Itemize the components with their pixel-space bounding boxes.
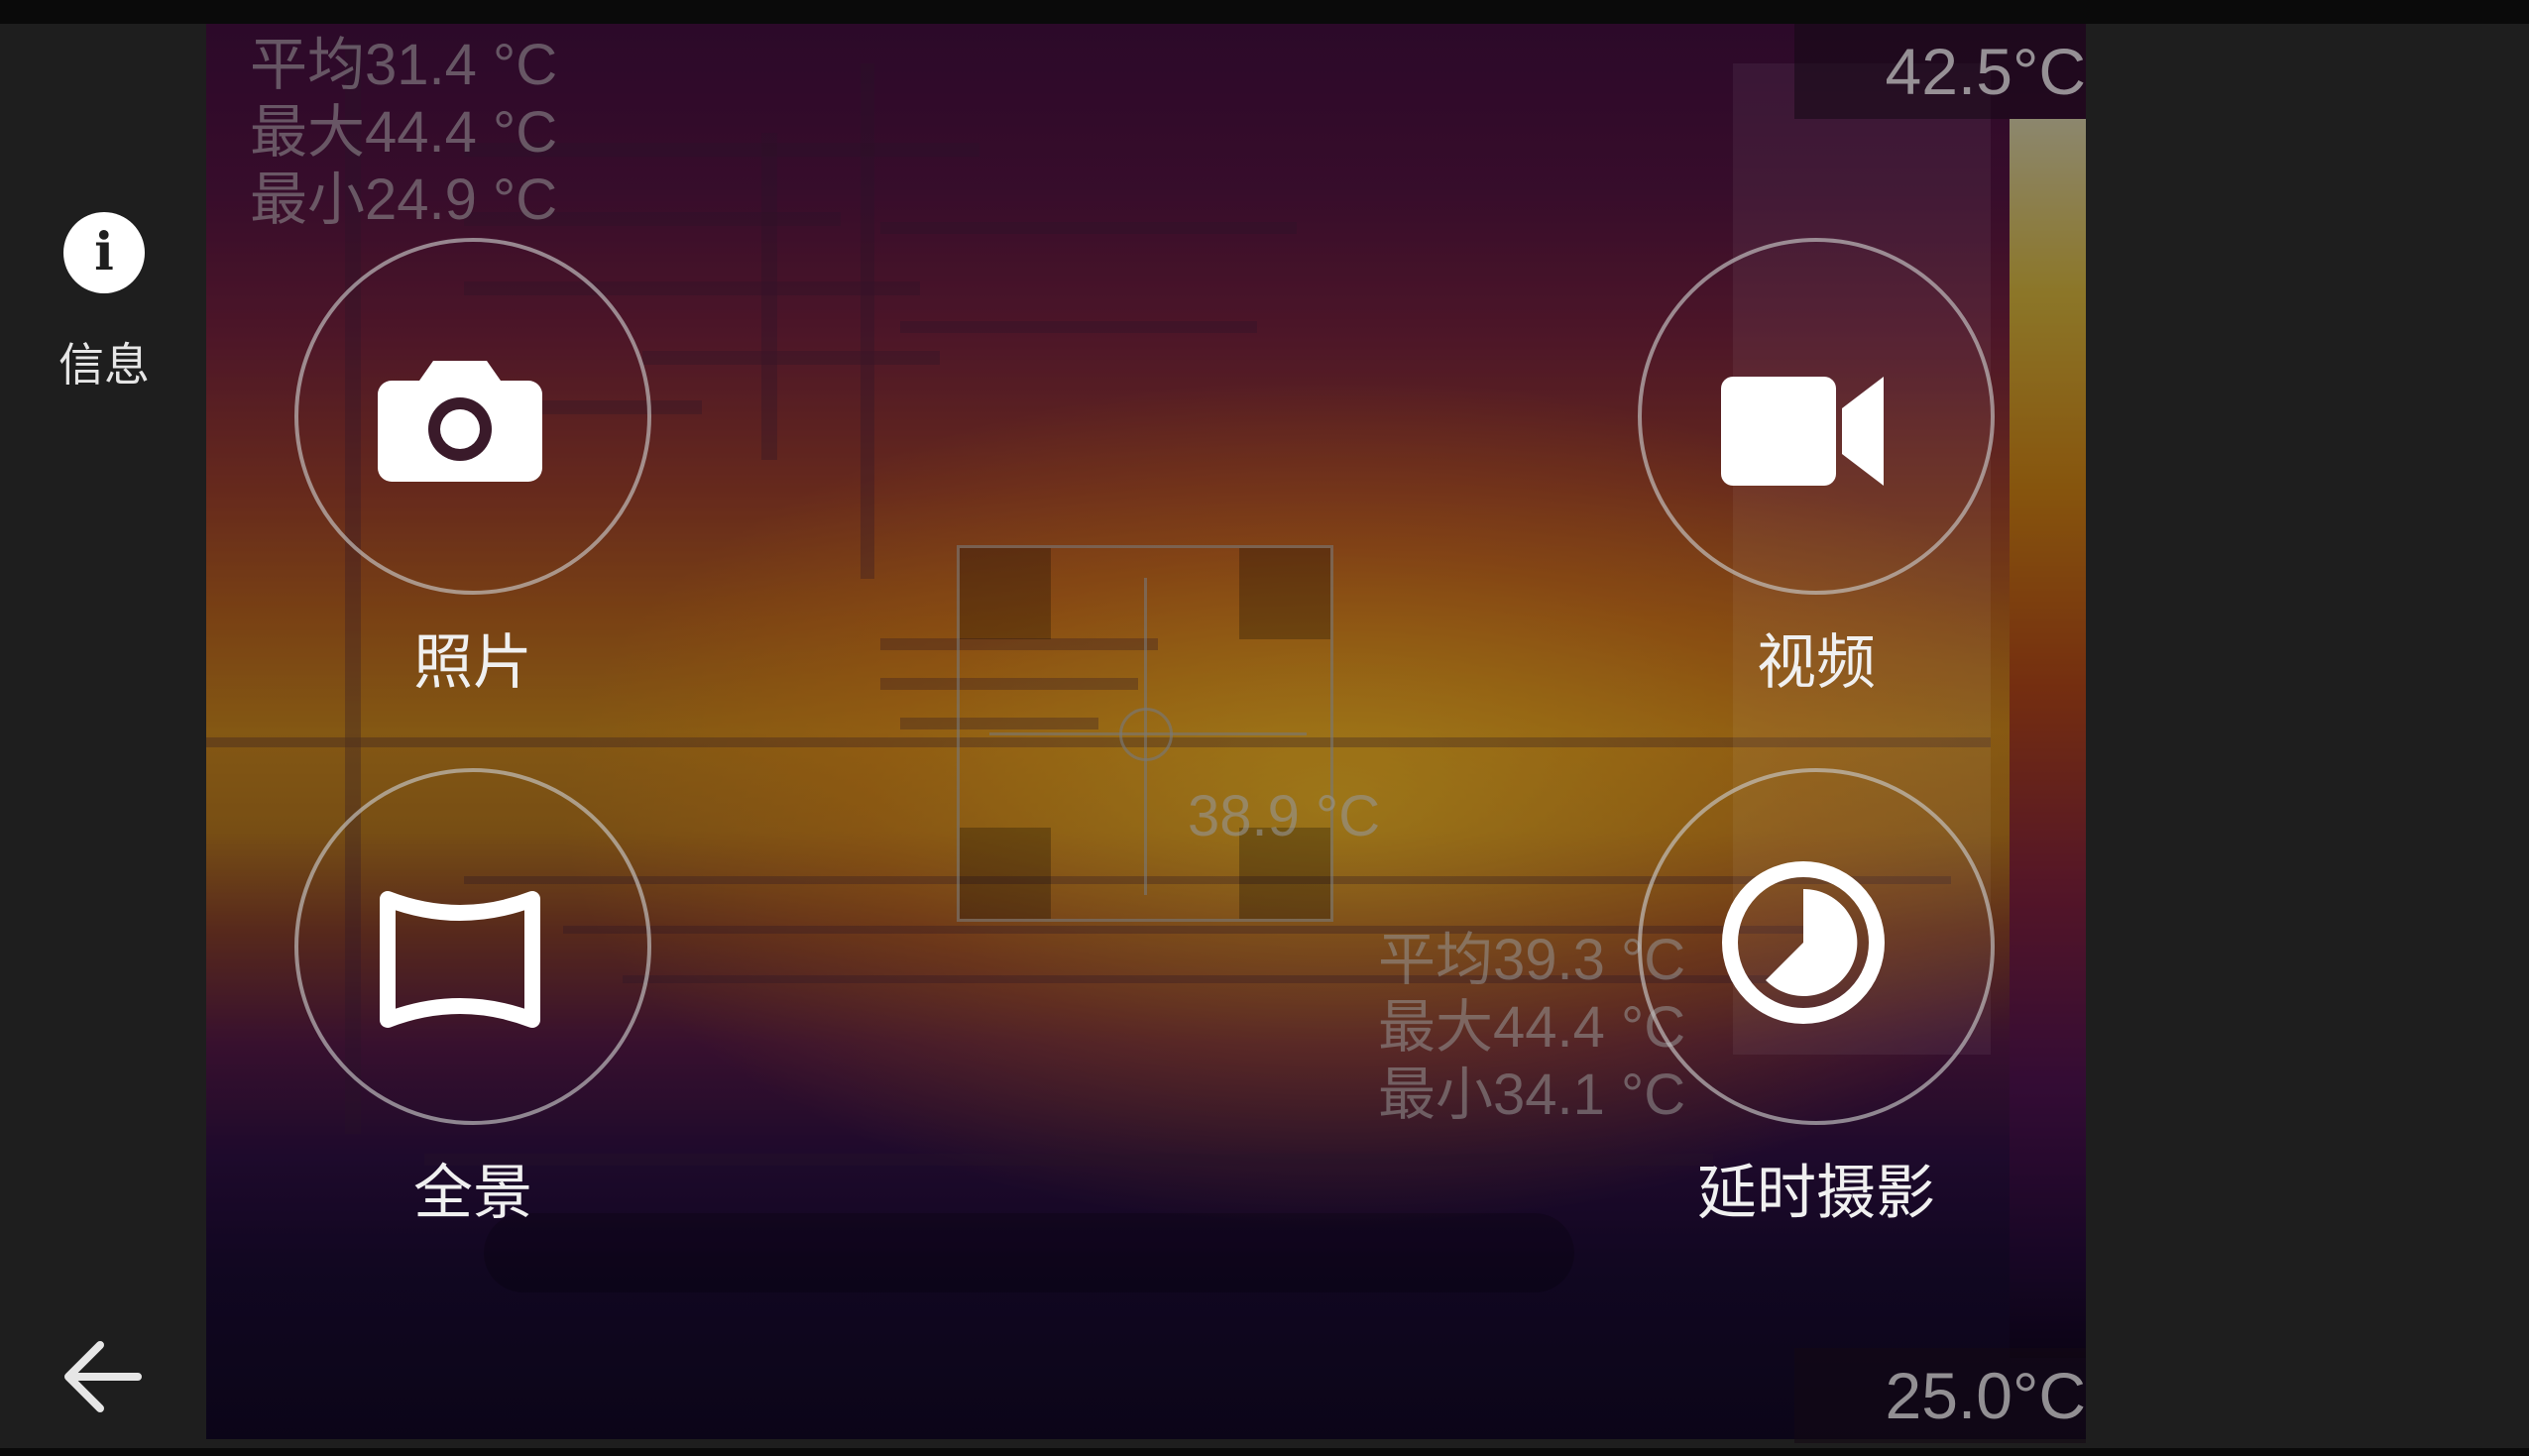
global-max: 最大44.4 °C [250, 100, 558, 165]
camera-icon [378, 361, 542, 482]
temperature-scale-bar [2010, 119, 2086, 1358]
measurement-box[interactable] [957, 545, 1333, 922]
info-icon: i [63, 212, 145, 293]
photo-mode-button[interactable]: 照片 [275, 238, 671, 698]
panorama-mode-label: 全景 [413, 1159, 532, 1228]
panorama-mode-button[interactable]: 全景 [275, 768, 671, 1228]
crosshair-center [1119, 708, 1173, 761]
timelapse-mode-button[interactable]: 延时摄影 [1618, 768, 2014, 1228]
status-strip [0, 0, 2529, 24]
panorama-icon [380, 891, 540, 1028]
global-min: 最小24.9 °C [250, 168, 558, 232]
video-mode-label: 视频 [1757, 628, 1876, 698]
video-mode-button[interactable]: 视频 [1618, 238, 2014, 698]
bottom-strip [0, 1448, 2529, 1456]
timelapse-mode-label: 延时摄影 [1697, 1159, 1935, 1228]
timelapse-icon [1722, 861, 1885, 1024]
global-stats: 平均31.4 °C 最大44.4 °C 最小24.9 °C [250, 32, 557, 234]
box-corner-tr [1239, 548, 1330, 639]
box-corner-tl [960, 548, 1051, 639]
center-spot-temp: 38.9 °C [1188, 784, 1381, 848]
camera-mode-screen: i 信息 42.5°C 25.0°C 平均31.4 °C 最大44.4 °C 最… [0, 0, 2529, 1456]
back-arrow-icon [64, 1341, 142, 1412]
info-label: 信息 [58, 338, 150, 392]
photo-mode-label: 照片 [413, 628, 532, 698]
box-corner-bl [960, 828, 1051, 919]
left-sidebar: i 信息 [0, 24, 206, 1448]
scale-max-temp: 42.5°C [1794, 24, 2086, 119]
video-camera-icon [1721, 377, 1884, 486]
scale-min-temp: 25.0°C [1794, 1348, 2086, 1443]
info-button[interactable]: i 信息 [30, 212, 178, 430]
global-avg: 平均31.4 °C [250, 33, 558, 97]
back-button[interactable] [55, 1332, 154, 1421]
